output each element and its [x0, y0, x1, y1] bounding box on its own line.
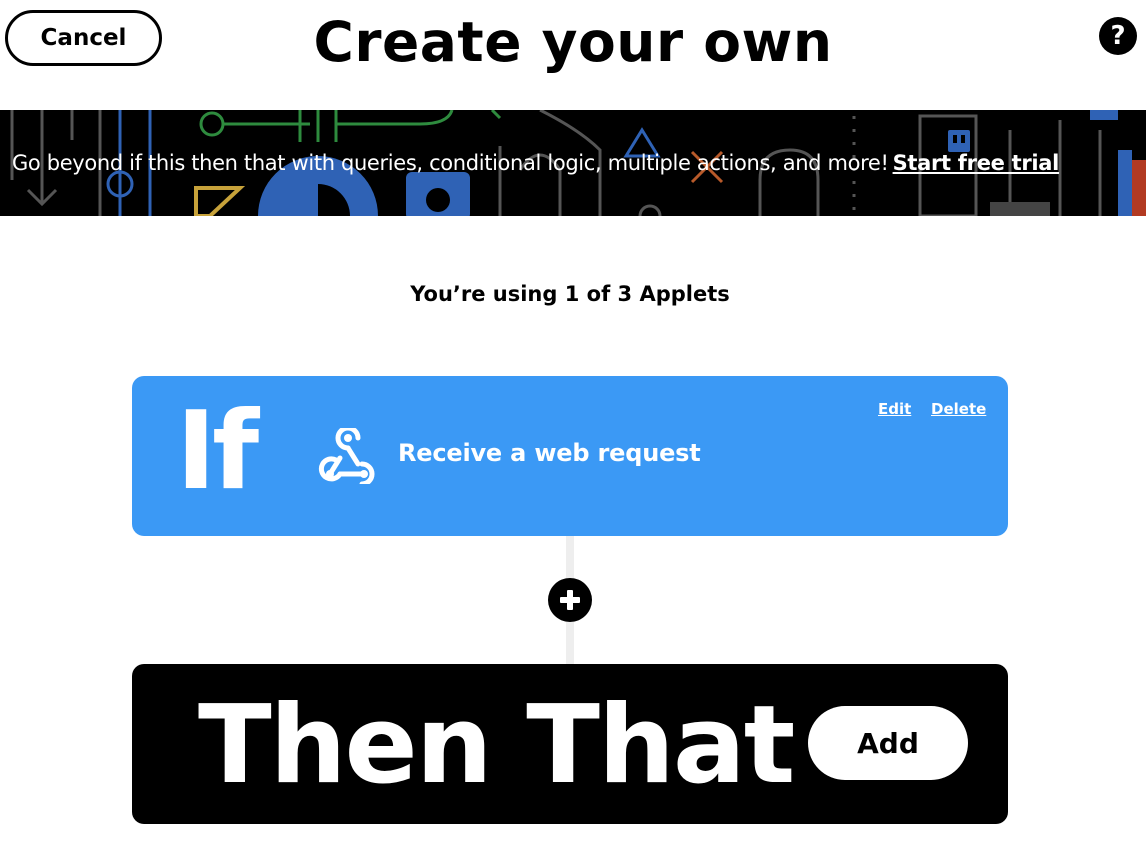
start-free-trial-link[interactable]: Start free trial — [893, 151, 1060, 175]
plus-icon-vertical — [567, 590, 573, 610]
header: Cancel Create your own ? — [0, 0, 1146, 110]
banner-message: Go beyond if this then that with queries… — [12, 151, 889, 175]
add-step-button[interactable] — [548, 578, 592, 622]
delete-trigger-link[interactable]: Delete — [931, 400, 986, 418]
page-title: Create your own — [313, 10, 833, 74]
trigger-card[interactable]: If Receive a web request Edit Delete — [132, 376, 1008, 536]
edit-trigger-link[interactable]: Edit — [878, 400, 911, 418]
action-card: Then That Add — [132, 664, 1008, 824]
trigger-label: Receive a web request — [398, 439, 701, 467]
if-keyword: If — [176, 389, 259, 514]
add-action-button[interactable]: Add — [808, 706, 968, 780]
question-mark-icon[interactable]: ? — [1099, 17, 1137, 55]
banner-text: Go beyond if this then that with queries… — [12, 148, 1142, 178]
promo-banner: Go beyond if this then that with queries… — [0, 110, 1146, 216]
then-that-keyword: Then That — [198, 683, 795, 808]
applet-usage-text: You’re using 1 of 3 Applets — [410, 282, 730, 306]
webhook-icon — [318, 428, 375, 484]
